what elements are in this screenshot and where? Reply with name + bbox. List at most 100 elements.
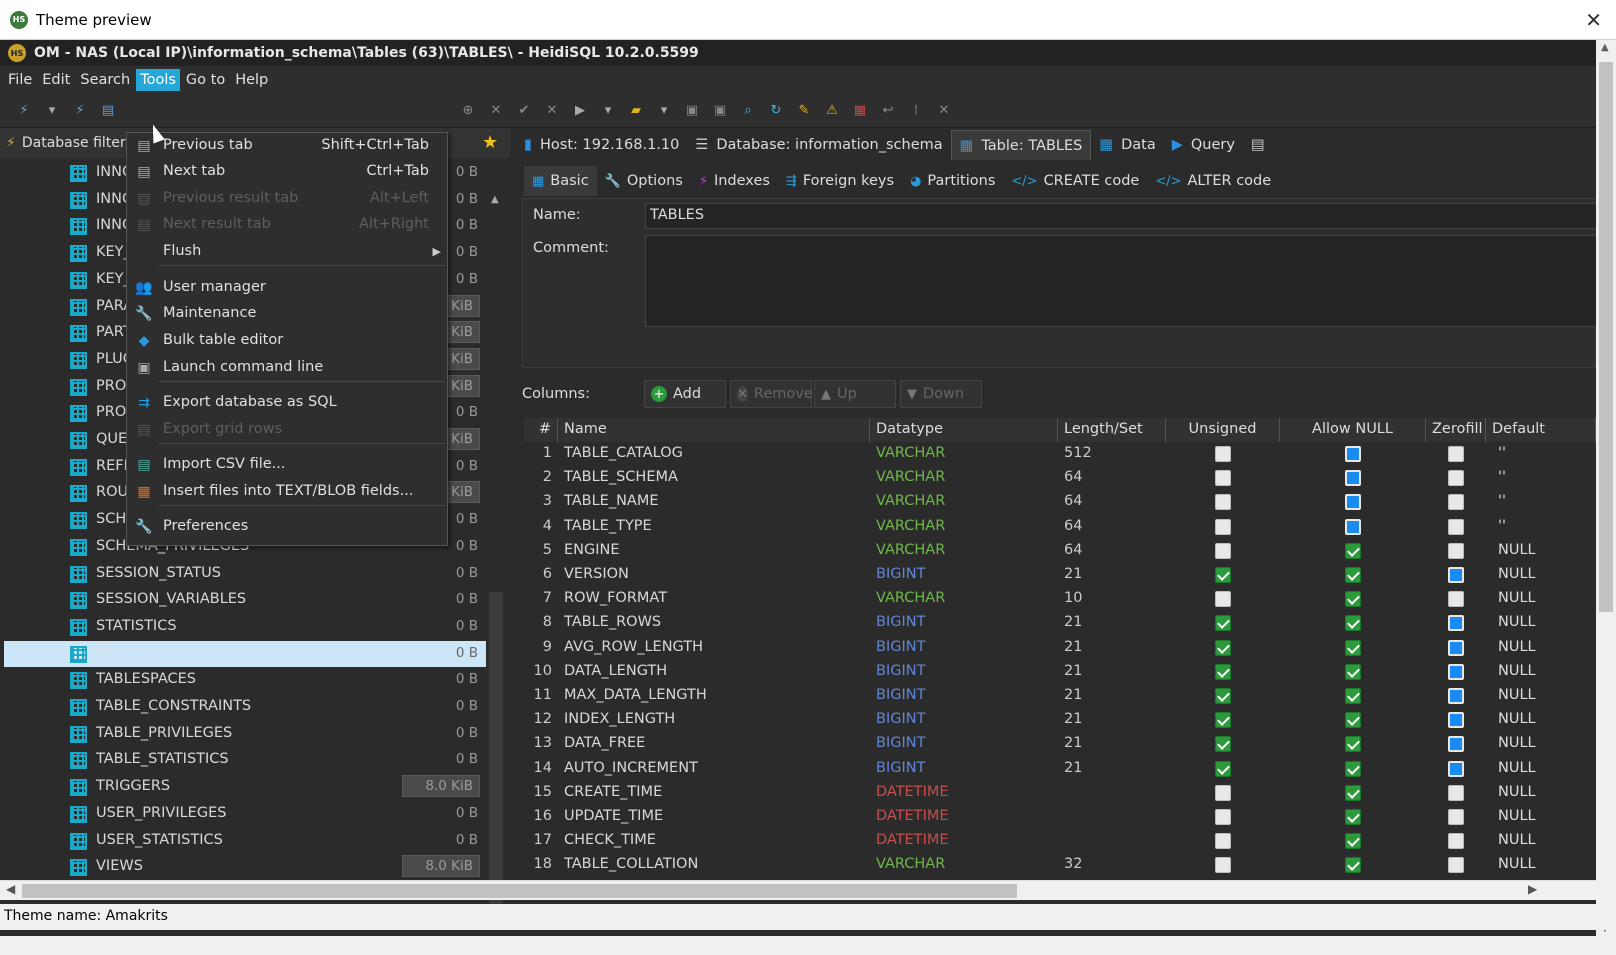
column-name[interactable]: VERSION xyxy=(558,563,870,587)
remove-column-button[interactable]: ✕ Remove xyxy=(730,380,813,408)
column-datatype[interactable]: BIGINT xyxy=(870,757,1058,781)
column-name[interactable]: TABLE_TYPE xyxy=(558,515,870,539)
tab-database-information-schema[interactable]: ☰ Database: information_schema xyxy=(687,130,950,160)
unsigned-checkbox[interactable] xyxy=(1215,760,1231,777)
warning-icon[interactable]: ⚠ xyxy=(821,100,843,122)
unsigned-checkbox[interactable] xyxy=(1215,857,1231,874)
unsigned-checkbox[interactable] xyxy=(1215,446,1231,462)
x-circle-icon[interactable]: ✕ xyxy=(485,100,507,122)
menu-item-import-csv-file[interactable]: ▤ Import CSV file... xyxy=(127,452,447,478)
menu-help[interactable]: Help xyxy=(231,69,272,91)
column-datatype[interactable]: VARCHAR xyxy=(870,442,1058,466)
column-name[interactable]: ROW_FORMAT xyxy=(558,587,870,611)
table-row[interactable]: 16 UPDATE_TIME DATETIME NULL xyxy=(524,805,1596,829)
default-cell[interactable]: NULL xyxy=(1486,757,1596,781)
scroll-up-icon[interactable]: ▲ xyxy=(1601,42,1609,53)
close-window-button[interactable]: ✕ xyxy=(1585,8,1602,32)
table-row[interactable]: 4 TABLE_TYPE VARCHAR 64 '' xyxy=(524,515,1596,539)
table-row[interactable]: 13 DATA_FREE BIGINT 21 NULL xyxy=(524,732,1596,756)
tab-table-tables[interactable]: ▦ Table: TABLES xyxy=(950,130,1092,160)
column-datatype[interactable]: BIGINT xyxy=(870,708,1058,732)
open-folder-icon[interactable]: ▰ xyxy=(625,100,647,122)
unsigned-checkbox[interactable] xyxy=(1215,567,1231,583)
column-datatype[interactable]: VARCHAR xyxy=(870,539,1058,563)
tree-item[interactable]: VIEWS 8.0 KiB xyxy=(4,854,486,880)
column-name[interactable]: CHECK_TIME xyxy=(558,829,870,853)
allow-null-checkbox[interactable] xyxy=(1345,639,1361,656)
allow-null-checkbox[interactable] xyxy=(1345,784,1361,801)
default-cell[interactable]: NULL xyxy=(1486,829,1596,853)
allow-null-checkbox[interactable] xyxy=(1345,857,1361,874)
default-cell[interactable]: NULL xyxy=(1486,636,1596,660)
column-datatype[interactable]: BIGINT xyxy=(870,611,1058,635)
allow-null-checkbox[interactable] xyxy=(1345,470,1361,487)
zerofill-checkbox[interactable] xyxy=(1448,833,1464,850)
allow-null-checkbox[interactable] xyxy=(1345,494,1361,511)
menu-item-preferences[interactable]: 🔧 Preferences xyxy=(127,514,447,540)
column-length[interactable] xyxy=(1058,781,1166,805)
column-length[interactable]: 10 xyxy=(1058,587,1166,611)
zerofill-checkbox[interactable] xyxy=(1448,615,1464,632)
column-length[interactable]: 21 xyxy=(1058,660,1166,684)
tree-item[interactable]: USER_STATISTICS 0 B xyxy=(4,828,486,854)
grid-header-unsigned[interactable]: Unsigned xyxy=(1166,418,1280,442)
tree-item[interactable]: STATISTICS 0 B xyxy=(4,614,486,640)
default-cell[interactable]: NULL xyxy=(1486,611,1596,635)
column-name[interactable]: TABLE_COLLATION xyxy=(558,853,870,877)
clear-icon[interactable]: ✎ xyxy=(793,100,815,122)
unsigned-checkbox[interactable] xyxy=(1215,688,1231,704)
grid-header-default[interactable]: Default xyxy=(1486,418,1596,442)
column-name[interactable]: AUTO_INCREMENT xyxy=(558,757,870,781)
column-datatype[interactable]: VARCHAR xyxy=(870,466,1058,490)
zerofill-checkbox[interactable] xyxy=(1448,784,1464,801)
table-row[interactable]: 15 CREATE_TIME DATETIME NULL xyxy=(524,781,1596,805)
close-icon[interactable]: ✕ xyxy=(933,100,955,122)
allow-null-checkbox[interactable] xyxy=(1345,736,1361,753)
allow-null-checkbox[interactable] xyxy=(1345,518,1361,535)
favorite-star-icon[interactable]: ★ xyxy=(482,132,498,153)
menu-item-launch-command-line[interactable]: ▣ Launch command line xyxy=(127,355,447,381)
check-icon[interactable]: ✔ xyxy=(513,100,535,122)
new-icon[interactable]: ▤ xyxy=(97,100,119,122)
tab-new-query[interactable]: ▤ xyxy=(1243,130,1281,160)
default-cell[interactable]: NULL xyxy=(1486,660,1596,684)
zerofill-checkbox[interactable] xyxy=(1448,736,1464,753)
zerofill-checkbox[interactable] xyxy=(1448,494,1464,511)
dropdown-icon[interactable]: ▾ xyxy=(41,100,63,122)
allow-null-checkbox[interactable] xyxy=(1345,688,1361,704)
table-row[interactable]: 8 TABLE_ROWS BIGINT 21 NULL xyxy=(524,611,1596,635)
tree-scroll-thumb[interactable] xyxy=(489,592,503,922)
menu-file[interactable]: File xyxy=(4,69,36,91)
default-cell[interactable]: NULL xyxy=(1486,684,1596,708)
grid-header-allow-null[interactable]: Allow NULL xyxy=(1280,418,1426,442)
table-row[interactable]: 3 TABLE_NAME VARCHAR 64 '' xyxy=(524,490,1596,514)
column-datatype[interactable]: DATETIME xyxy=(870,829,1058,853)
allow-null-checkbox[interactable] xyxy=(1345,809,1361,825)
column-length[interactable]: 21 xyxy=(1058,563,1166,587)
tab-host-192-168-1-10[interactable]: ▮ Host: 192.168.1.10 xyxy=(516,130,687,160)
column-length[interactable] xyxy=(1058,805,1166,829)
subtab-basic[interactable]: ▦ Basic xyxy=(524,166,597,196)
disconnect-icon[interactable]: ⚡ xyxy=(69,100,91,122)
table-row[interactable]: 17 CHECK_TIME DATETIME NULL xyxy=(524,829,1596,853)
save-as-icon[interactable]: ▣ xyxy=(709,100,731,122)
table-row[interactable]: 9 AVG_ROW_LENGTH BIGINT 21 NULL xyxy=(524,636,1596,660)
column-length[interactable]: 32 xyxy=(1058,853,1166,877)
unsigned-checkbox[interactable] xyxy=(1215,591,1231,608)
menu-search[interactable]: Search xyxy=(76,69,134,91)
tree-item[interactable]: TABLESPACES 0 B xyxy=(4,667,486,693)
grid-header-length-set[interactable]: Length/Set xyxy=(1058,418,1166,442)
column-length[interactable]: 21 xyxy=(1058,757,1166,781)
grid-header-name[interactable]: Name xyxy=(558,418,870,442)
dropdown-icon[interactable]: ▾ xyxy=(653,100,675,122)
column-name[interactable]: DATA_LENGTH xyxy=(558,660,870,684)
column-datatype[interactable]: BIGINT xyxy=(870,684,1058,708)
column-name[interactable]: MAX_DATA_LENGTH xyxy=(558,684,870,708)
comment-icon[interactable]: ⁞ xyxy=(905,100,927,122)
column-datatype[interactable]: VARCHAR xyxy=(870,587,1058,611)
default-cell[interactable]: NULL xyxy=(1486,587,1596,611)
column-name[interactable]: TABLE_SCHEMA xyxy=(558,466,870,490)
menu-item-flush[interactable]: Flush ▶ xyxy=(127,239,447,265)
column-length[interactable]: 64 xyxy=(1058,515,1166,539)
allow-null-checkbox[interactable] xyxy=(1345,615,1361,632)
